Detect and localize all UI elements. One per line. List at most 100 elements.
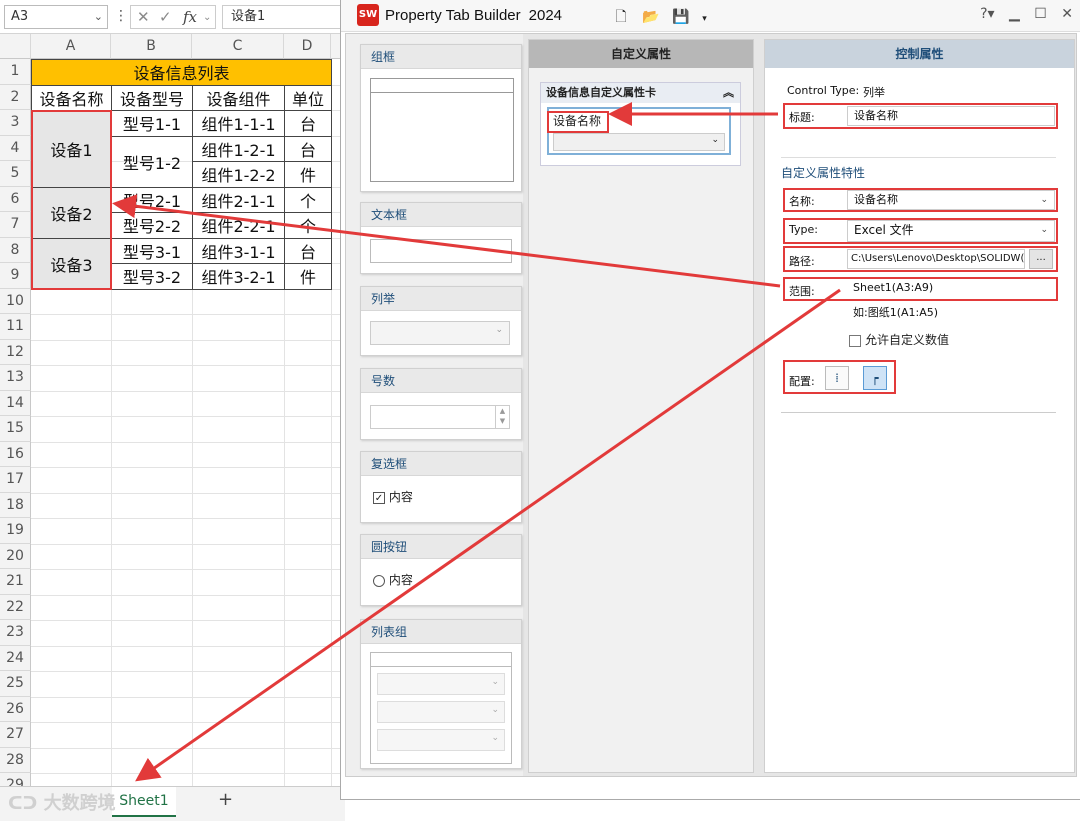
row-header[interactable]: 11 [0,314,31,340]
palette-number-label: 号数 [361,369,521,393]
row-header[interactable]: 16 [0,441,31,467]
row-header[interactable]: 21 [0,569,31,595]
row-header[interactable]: 14 [0,390,31,416]
row-header[interactable]: 22 [0,594,31,620]
fx-icon[interactable]: fx [183,8,197,26]
chevron-down-icon[interactable]: ▾ [700,14,708,34]
help-icon[interactable]: ?▾ [980,6,994,22]
row-header[interactable]: 20 [0,543,31,569]
checkbox-preview: ✓ 内容 [373,488,413,505]
card-field-dropdown[interactable]: ⌄ [553,133,725,151]
allow-custom-checkbox[interactable]: 允许自定义数值 [849,331,949,348]
close-icon[interactable]: ✕ [1061,6,1073,22]
model-cell[interactable]: 型号2-1 [111,186,193,213]
range-example: 如:图纸1(A1:A5) [853,306,939,319]
column-header[interactable]: B [111,34,192,59]
row-header[interactable]: 7 [0,212,31,238]
save-icon[interactable]: 💾 [671,9,691,29]
model-cell[interactable]: 型号2-2 [111,212,193,239]
row-header[interactable]: 10 [0,288,31,314]
gridline [31,594,345,596]
palette-list[interactable]: 列举 ⌄ [360,286,522,356]
row-header[interactable]: 23 [0,620,31,646]
selected-range-highlight [31,110,112,290]
cancel-icon[interactable]: ✕ [137,8,150,26]
palette-listgroup[interactable]: 列表组 ⌄ ⌄ ⌄ [360,619,522,769]
row-header[interactable]: 9 [0,263,31,289]
unit-cell[interactable]: 台 [284,135,332,162]
column-header[interactable]: A [31,34,111,59]
model-cell[interactable]: 型号1-1 [111,110,193,137]
confirm-icon[interactable]: ✓ [159,8,172,26]
component-cell[interactable]: 组件1-2-1 [192,135,285,162]
gridline [31,365,345,366]
unit-cell[interactable]: 件 [284,161,332,188]
component-cell[interactable]: 组件1-1-1 [192,110,285,137]
row-header[interactable]: 19 [0,518,31,544]
unit-cell[interactable]: 个 [284,186,332,213]
minimize-icon[interactable]: ▁ [1009,6,1020,22]
row-header[interactable]: 5 [0,161,31,187]
select-all-corner[interactable] [0,34,31,59]
row-header[interactable]: 13 [0,365,31,391]
unit-cell[interactable]: 件 [284,263,332,290]
unit-cell[interactable]: 台 [284,237,332,264]
model-cell[interactable]: 型号1-2 [111,135,193,188]
row-header[interactable]: 28 [0,747,31,773]
row-header[interactable]: 26 [0,696,31,722]
row-header[interactable]: 17 [0,467,31,493]
palette-textbox-label: 文本框 [361,203,521,227]
component-cell[interactable]: 组件2-2-1 [192,212,285,239]
unit-cell[interactable]: 个 [284,212,332,239]
row-header[interactable]: 2 [0,84,31,110]
row-header[interactable]: 12 [0,339,31,365]
palette-radio[interactable]: 圆按钮 内容 [360,534,522,606]
new-file-icon[interactable]: 🗋 [611,6,631,26]
chevron-down-icon[interactable]: ⌄ [203,12,211,23]
row-header[interactable]: 6 [0,186,31,212]
header-cell[interactable]: 设备名称 [31,84,112,111]
palette-textbox[interactable]: 文本框 [360,202,522,274]
palette-groupbox[interactable]: 组框 [360,44,522,192]
gridline [31,773,345,774]
component-cell[interactable]: 组件1-2-2 [192,161,285,188]
header-cell[interactable]: 设备组件 [192,84,285,111]
row-header[interactable]: 8 [0,237,31,263]
row-header[interactable]: 25 [0,671,31,697]
open-file-icon[interactable]: 📂 [641,9,661,29]
number-preview: ▲ ▼ [370,405,510,429]
row-header[interactable]: 3 [0,110,31,136]
toolbar: 🗋 📂 💾 ▾ [611,6,714,34]
component-cell[interactable]: 组件3-1-1 [192,237,285,264]
header-cell[interactable]: 单位 [284,84,332,111]
palette-checkbox[interactable]: 复选框 ✓ 内容 [360,451,522,523]
unit-cell[interactable]: 台 [284,110,332,137]
model-cell[interactable]: 型号3-1 [111,237,193,264]
builder-body: 组框 文本框 列举 ⌄ 号数 ▲ ▼ 复选框 ✓ 内容 圆按钮 内容 列表组 ⌄… [345,33,1077,777]
row-header[interactable]: 4 [0,135,31,161]
chevron-down-icon[interactable]: ⌄ [94,6,103,28]
header-cell[interactable]: 设备型号 [111,84,193,111]
model-cell[interactable]: 型号3-2 [111,263,193,290]
component-cell[interactable]: 组件3-2-1 [192,263,285,290]
row-header[interactable]: 15 [0,416,31,442]
formula-input[interactable]: 设备1 [222,5,345,29]
add-sheet-button[interactable]: + [218,789,233,810]
table-title-cell[interactable]: 设备信息列表 [31,59,332,86]
row-header[interactable]: 18 [0,492,31,518]
palette-number[interactable]: 号数 ▲ ▼ [360,368,522,440]
maximize-icon[interactable]: ☐ [1034,6,1047,22]
column-header[interactable]: D [284,34,331,59]
row-header[interactable]: 1 [0,59,31,85]
column-header[interactable]: C [192,34,284,59]
row-header[interactable]: 27 [0,722,31,748]
textbox-preview [370,239,512,263]
palette-groupbox-label: 组框 [361,45,521,69]
more-icon[interactable]: ⋮ [114,8,128,24]
sheet-tab[interactable]: Sheet1 [112,787,176,817]
collapse-icon[interactable]: ︽ [723,83,734,103]
row-header[interactable]: 24 [0,645,31,671]
component-cell[interactable]: 组件2-1-1 [192,186,285,213]
name-box[interactable]: A3 ⌄ [4,5,108,29]
card-title: 设备信息自定义属性卡 [546,86,656,99]
